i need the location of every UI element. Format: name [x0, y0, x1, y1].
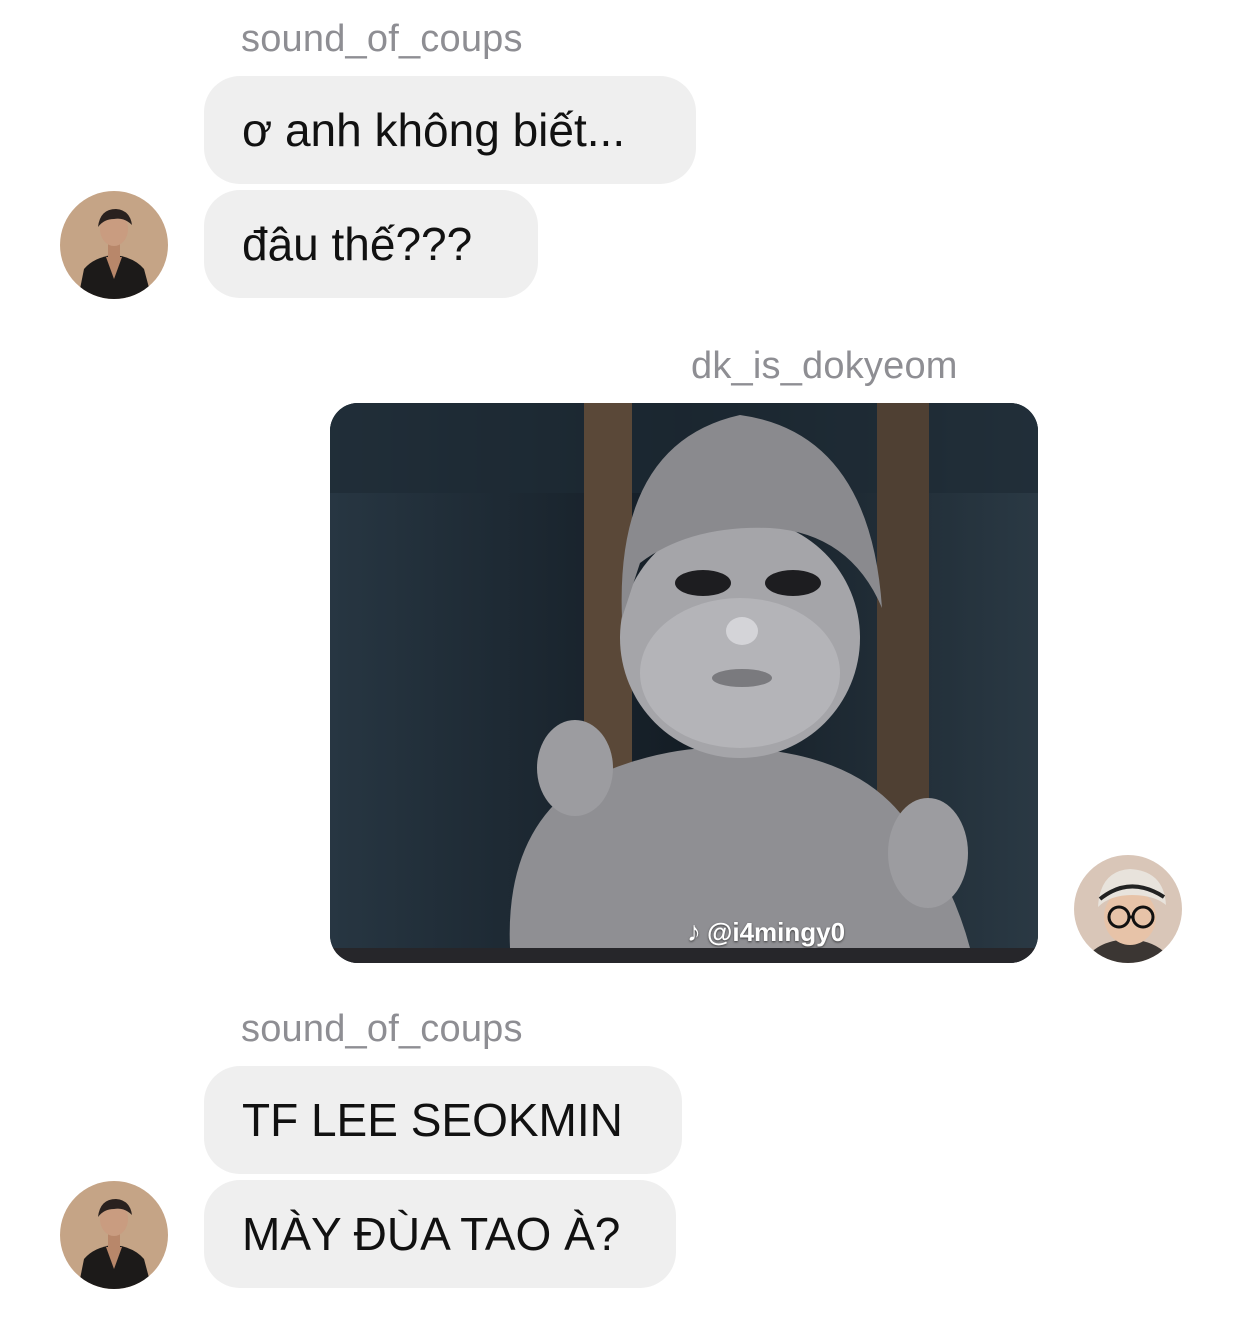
message-text: TF LEE SEOKMIN	[242, 1094, 623, 1146]
profile-avatar-icon	[1074, 855, 1182, 963]
profile-avatar-icon	[60, 191, 168, 299]
tiktok-icon: ♪	[687, 916, 701, 947]
meme-image	[330, 403, 1038, 963]
message-bubble[interactable]: TF LEE SEOKMIN	[204, 1066, 682, 1174]
message-bubble[interactable]: MÀY ĐÙA TAO À?	[204, 1180, 676, 1288]
message-bubble[interactable]: ơ anh không biết...	[204, 76, 696, 184]
sender-name: dk_is_dokyeom	[691, 345, 958, 387]
message-text: ơ anh không biết...	[242, 104, 626, 156]
message-text: MÀY ĐÙA TAO À?	[242, 1208, 621, 1260]
watermark: ♪ @i4mingy0	[687, 916, 845, 948]
avatar[interactable]	[60, 191, 168, 299]
message-text: đâu thế???	[242, 218, 473, 270]
sender-name: sound_of_coups	[241, 1008, 523, 1050]
avatar[interactable]	[60, 1181, 168, 1289]
message-bubble[interactable]: đâu thế???	[204, 190, 538, 298]
sender-name: sound_of_coups	[241, 18, 523, 60]
watermark-text: @i4mingy0	[707, 916, 846, 947]
profile-avatar-icon	[60, 1181, 168, 1289]
media-attachment[interactable]: ♪ @i4mingy0	[330, 403, 1038, 963]
avatar[interactable]	[1074, 855, 1182, 963]
